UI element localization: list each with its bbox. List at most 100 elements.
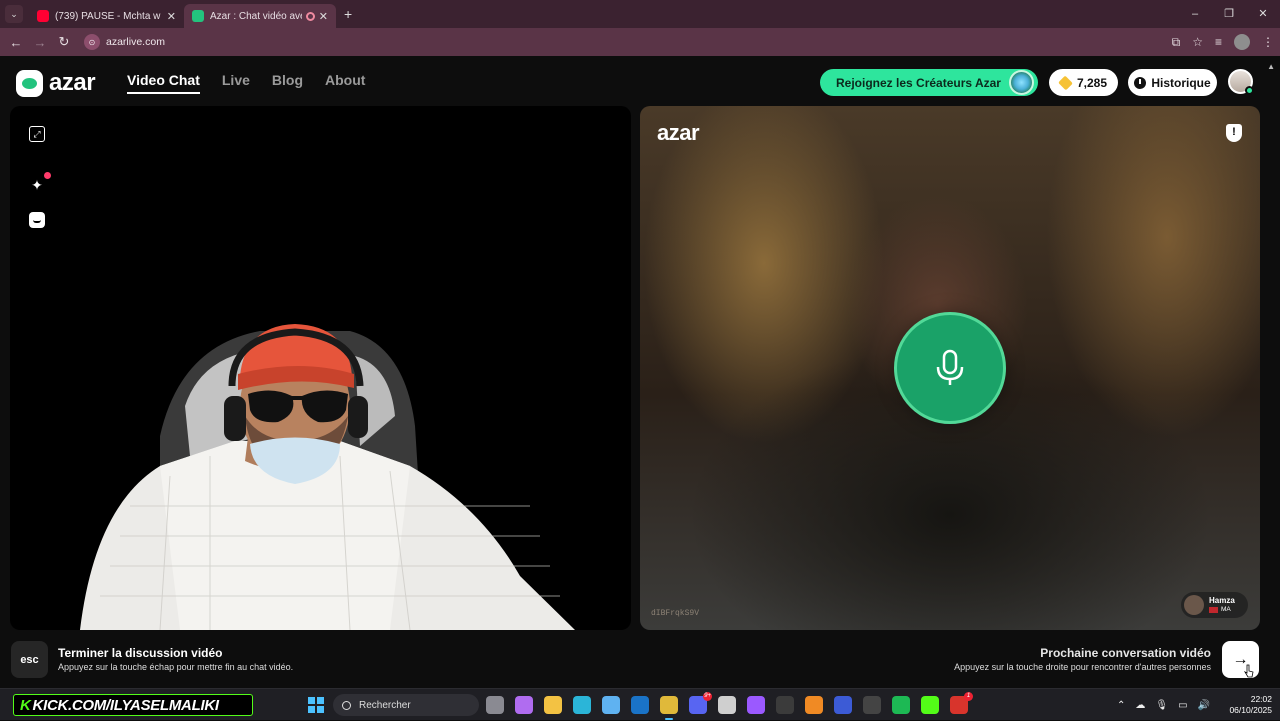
back-button[interactable]: ← <box>4 35 28 50</box>
edge-icon[interactable] <box>573 696 591 714</box>
system-tray: ⌃ ☁ 🎙 ▭ 🔊 <box>1117 689 1210 721</box>
close-window-button[interactable]: ✕ <box>1246 0 1280 28</box>
close-tab-icon[interactable]: ✕ <box>319 10 328 23</box>
toolbar-actions: ⧉ ☆ ≡ ⋮ <box>1172 28 1274 56</box>
tab-title: (739) PAUSE - Mchta w Gdem ( <box>55 10 163 22</box>
end-chat-title: Terminer la discussion vidéo <box>58 646 223 660</box>
self-camera-feed <box>80 324 575 630</box>
spotify-icon[interactable] <box>892 696 910 714</box>
mouse-cursor-icon <box>1244 664 1254 678</box>
azar-logo[interactable]: azar <box>16 69 96 97</box>
taskbar-clock[interactable]: 22:02 06/10/2025 <box>1229 694 1272 716</box>
cloud-icon[interactable]: ☁ <box>1135 700 1145 711</box>
profile-icon[interactable] <box>1234 34 1250 50</box>
tab-azar[interactable]: Azar : Chat vidéo avec de n ✕ <box>184 4 336 28</box>
nav-live[interactable]: Live <box>222 72 250 94</box>
gems-balance-button[interactable]: 7,285 <box>1049 69 1118 96</box>
recording-icon <box>305 11 315 21</box>
taskbar-search[interactable]: Rechercher <box>333 694 479 716</box>
kick-studio-icon[interactable] <box>921 696 939 714</box>
url-field[interactable]: ⊙ azarlive.com <box>84 34 165 50</box>
taskbar-apps: 9+ 1 <box>486 692 973 720</box>
volume-icon[interactable]: 🔊 <box>1198 700 1210 711</box>
morocco-flag-icon <box>1209 606 1218 613</box>
url-text: azarlive.com <box>106 36 165 48</box>
stream-overlay-banner: K KICK.COM/ILYASELMALIKI <box>13 694 253 716</box>
install-app-icon[interactable]: ⧉ <box>1172 35 1181 50</box>
red-app-icon[interactable]: 1 <box>950 692 973 714</box>
nav-blog[interactable]: Blog <box>272 72 303 94</box>
nav-video-chat[interactable]: Video Chat <box>127 72 200 94</box>
store-icon[interactable] <box>602 696 620 714</box>
report-shield-icon[interactable]: ! <box>1226 124 1242 142</box>
tab-youtube[interactable]: (739) PAUSE - Mchta w Gdem ( ✕ <box>29 4 184 28</box>
history-label: Historique <box>1151 75 1211 90</box>
peer-country: MA <box>1221 606 1231 613</box>
online-status-dot <box>1245 86 1254 95</box>
new-tab-button[interactable]: + <box>344 6 352 22</box>
next-chat-title: Prochaine conversation vidéo <box>1040 646 1211 660</box>
join-creators-button[interactable]: Rejoignez les Créateurs Azar <box>820 69 1038 96</box>
game-launcher-icon[interactable] <box>747 696 765 714</box>
microphone-tray-icon[interactable]: 🎙 <box>1155 700 1168 711</box>
peer-avatar <box>1184 595 1204 615</box>
creators-label: Rejoignez les Créateurs Azar <box>836 75 1001 90</box>
outlook-icon[interactable] <box>631 696 649 714</box>
scroll-up-arrow-icon[interactable]: ▲ <box>1267 62 1275 71</box>
expand-icon[interactable]: ⤢ <box>29 126 45 142</box>
peer-session-id: dIBFrqkS9V <box>651 609 700 618</box>
minimize-button[interactable]: – <box>1178 0 1212 28</box>
bookmark-star-icon[interactable]: ☆ <box>1192 35 1203 49</box>
restore-button[interactable]: ❐ <box>1212 0 1246 28</box>
peer-user-badge[interactable]: Hamza MA <box>1181 592 1248 618</box>
whiteboard-icon[interactable] <box>718 696 736 714</box>
peer-video-panel: azar ! dIBFrqkS9V Hamza MA <box>640 106 1260 630</box>
gems-count: 7,285 <box>1076 75 1108 90</box>
effects-sparkle-icon[interactable]: ✦ <box>29 172 51 193</box>
end-chat-hint: Appuyez sur la touche échap pour mettre … <box>58 662 294 672</box>
reload-button[interactable]: ↻ <box>52 34 76 50</box>
face-filter-icon[interactable] <box>29 212 45 228</box>
next-chat-hint: Appuyez sur la touche droite pour rencon… <box>954 662 1211 672</box>
azar-logo-icon <box>16 69 43 97</box>
windows-taskbar: K KICK.COM/ILYASELMALIKI Rechercher 9+ 1 … <box>0 688 1280 720</box>
gem-icon <box>1058 75 1073 90</box>
aimp-icon[interactable] <box>805 696 823 714</box>
tab-title: Azar : Chat vidéo avec de n <box>210 10 302 22</box>
media-controls-icon[interactable]: ≡ <box>1215 35 1222 49</box>
tab-search-button[interactable]: ⌄ <box>5 5 23 23</box>
peer-watermark-logo: azar <box>657 120 700 145</box>
youtube-icon <box>37 10 49 22</box>
show-hidden-icons-icon[interactable]: ⌃ <box>1117 700 1125 711</box>
clock-icon <box>1134 76 1147 89</box>
copilot-icon[interactable] <box>515 696 533 714</box>
main-nav: Video Chat Live Blog About <box>127 72 365 94</box>
site-info-icon[interactable]: ⊙ <box>84 34 100 50</box>
logo-text: azar <box>49 69 96 96</box>
search-icon <box>342 700 351 710</box>
chat-app-icon[interactable] <box>834 696 852 714</box>
start-windows-icon[interactable] <box>308 697 324 713</box>
discord-icon[interactable]: 9+ <box>689 692 712 714</box>
history-button[interactable]: Historique <box>1128 69 1217 96</box>
menu-icon[interactable]: ⋮ <box>1262 35 1274 49</box>
stream-overlay-text: KICK.COM/ILYASELMALIKI <box>32 696 219 714</box>
time: 22:02 <box>1250 694 1272 704</box>
chrome-icon[interactable] <box>660 696 678 720</box>
file-explorer-icon[interactable] <box>544 696 562 714</box>
microphone-icon <box>936 349 964 385</box>
music-app-icon[interactable] <box>863 696 881 714</box>
obs-icon[interactable] <box>776 696 794 714</box>
kick-logo-letter: K <box>20 696 31 714</box>
end-chat-esc-button[interactable]: esc <box>11 641 48 678</box>
task-view-icon[interactable] <box>486 696 504 714</box>
user-avatar[interactable] <box>1228 69 1254 95</box>
forward-button[interactable]: → <box>28 35 52 50</box>
nav-about[interactable]: About <box>325 72 365 94</box>
creators-badge-icon <box>1009 70 1034 95</box>
window-controls: – ❐ ✕ <box>1178 0 1280 28</box>
notification-badge: 1 <box>964 692 973 701</box>
microphone-button[interactable] <box>894 312 1006 424</box>
close-tab-icon[interactable]: ✕ <box>167 10 176 23</box>
network-icon[interactable]: ▭ <box>1178 700 1187 711</box>
